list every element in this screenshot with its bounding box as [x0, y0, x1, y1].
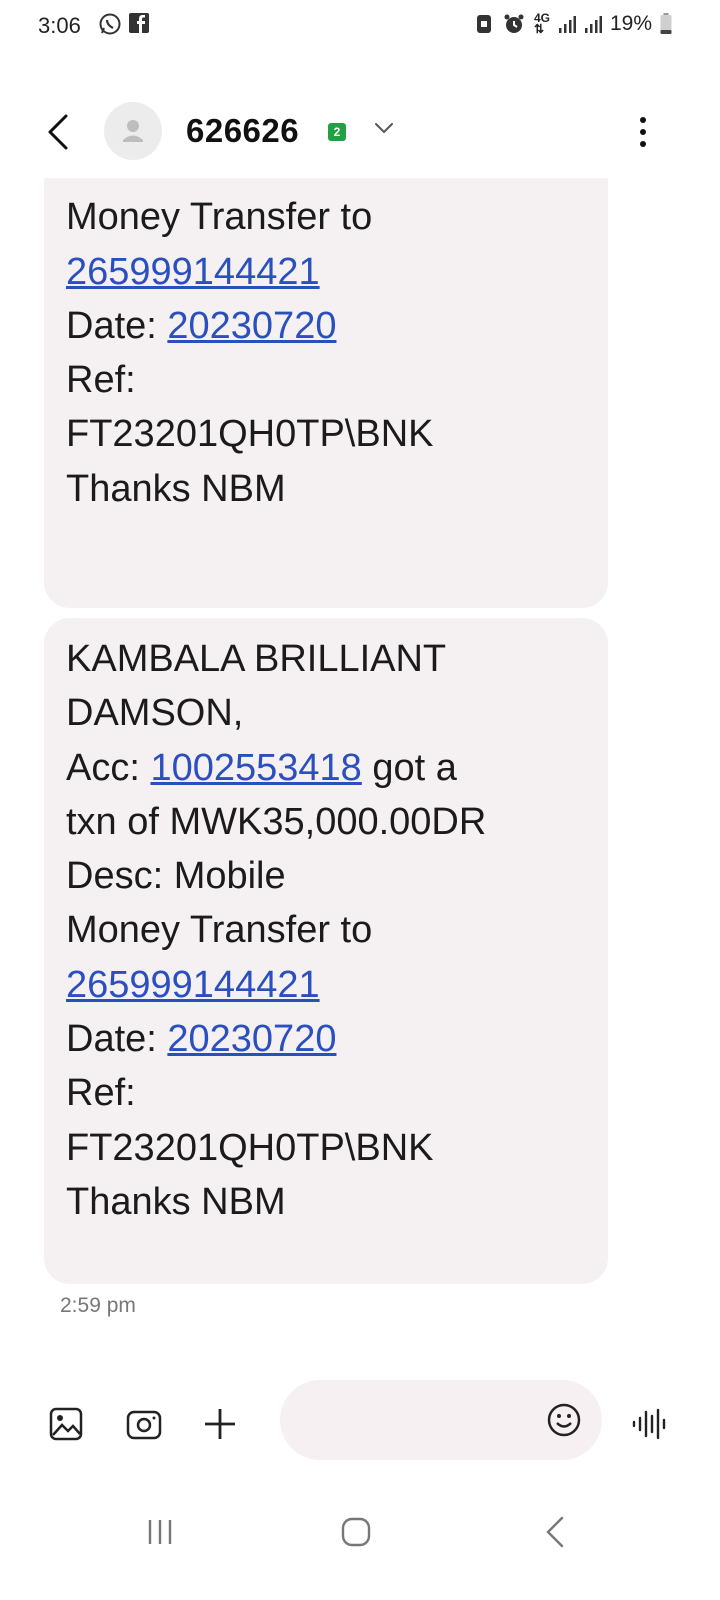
message-line: Money Transfer to: [66, 909, 373, 952]
plus-icon[interactable]: [200, 1404, 240, 1444]
message-line: Thanks NBM: [66, 1180, 286, 1223]
more-options-icon[interactable]: [628, 112, 658, 152]
screenshot-icon: [476, 15, 491, 33]
voice-icon[interactable]: [630, 1404, 670, 1444]
message-list[interactable]: Desc: Mobile Money Transfer to 265999144…: [0, 178, 720, 1358]
message-line: Acc: 1002553418 got a: [66, 746, 457, 789]
message-bubble[interactable]: Desc: Mobile Money Transfer to 265999144…: [44, 178, 608, 608]
message-line: Desc: Mobile: [66, 855, 286, 898]
whatsapp-icon: [99, 13, 121, 35]
signal-icon: [558, 16, 576, 33]
avatar[interactable]: [104, 102, 162, 160]
date-link[interactable]: 20230720: [167, 305, 336, 347]
alarm-icon: [504, 14, 524, 33]
message-line: KAMBALA BRILLIANT: [66, 638, 447, 680]
emoji-icon[interactable]: [546, 1402, 582, 1438]
account-link[interactable]: 1002553418: [150, 747, 361, 789]
message-text: KAMBALA BRILLIANT DAMSON, Acc: 100255341…: [66, 632, 486, 1229]
message-line: Thanks NBM: [66, 467, 286, 510]
message-line: Date: 20230720: [66, 304, 337, 347]
notification-icons: [98, 12, 150, 36]
message-line: Money Transfer to: [66, 196, 373, 239]
phone-link[interactable]: 265999144421: [66, 964, 320, 1006]
message-line: DAMSON,: [66, 692, 244, 735]
chevron-down-icon[interactable]: [372, 116, 396, 140]
message-input[interactable]: [280, 1380, 602, 1460]
composer-bar: [0, 1378, 720, 1464]
message-line: Desc: Mobile: [66, 178, 433, 190]
battery-percent: 19%: [609, 12, 652, 35]
message-line: 265999144421: [66, 245, 433, 299]
phone-link[interactable]: 265999144421: [66, 251, 320, 293]
message-text: Desc: Mobile Money Transfer to 265999144…: [66, 178, 433, 516]
message-line: Date: 20230720: [66, 1018, 337, 1061]
back-icon[interactable]: [534, 1510, 578, 1554]
signal-icon: [584, 16, 602, 33]
message-line: FT23201QH0TP\BNK: [66, 1126, 434, 1169]
message-line: 265999144421: [66, 958, 486, 1012]
message-line: Ref:: [66, 1072, 136, 1115]
back-arrow-icon: [48, 114, 68, 150]
conversation-header: 626626 2: [0, 86, 720, 178]
person-icon: [123, 120, 143, 142]
back-button[interactable]: [38, 110, 78, 154]
message-line: txn of MWK35,000.00DR: [66, 800, 487, 843]
navigation-bar: [0, 1490, 720, 1570]
message-bubble[interactable]: KAMBALA BRILLIANT DAMSON, Acc: 100255341…: [44, 618, 608, 1284]
date-link[interactable]: 20230720: [167, 1018, 336, 1060]
message-line: Ref:: [66, 359, 136, 402]
recents-icon[interactable]: [138, 1510, 182, 1554]
message-line: FT23201QH0TP\BNK: [66, 413, 434, 456]
message-timestamp: 2:59 pm: [60, 1294, 136, 1317]
camera-icon[interactable]: [124, 1404, 164, 1444]
status-bar: 3:06 4G ⇅ 19%: [0, 0, 720, 56]
4g-icon: 4G ⇅: [533, 11, 550, 36]
gallery-icon[interactable]: [46, 1404, 86, 1444]
status-time: 3:06: [38, 13, 81, 38]
home-icon[interactable]: [334, 1510, 378, 1554]
battery-icon: [660, 13, 672, 34]
system-icons: 4G ⇅ 19%: [474, 12, 672, 36]
sim-badge: 2: [328, 123, 346, 141]
contact-name[interactable]: 626626: [186, 112, 299, 150]
facebook-icon: [129, 13, 149, 33]
